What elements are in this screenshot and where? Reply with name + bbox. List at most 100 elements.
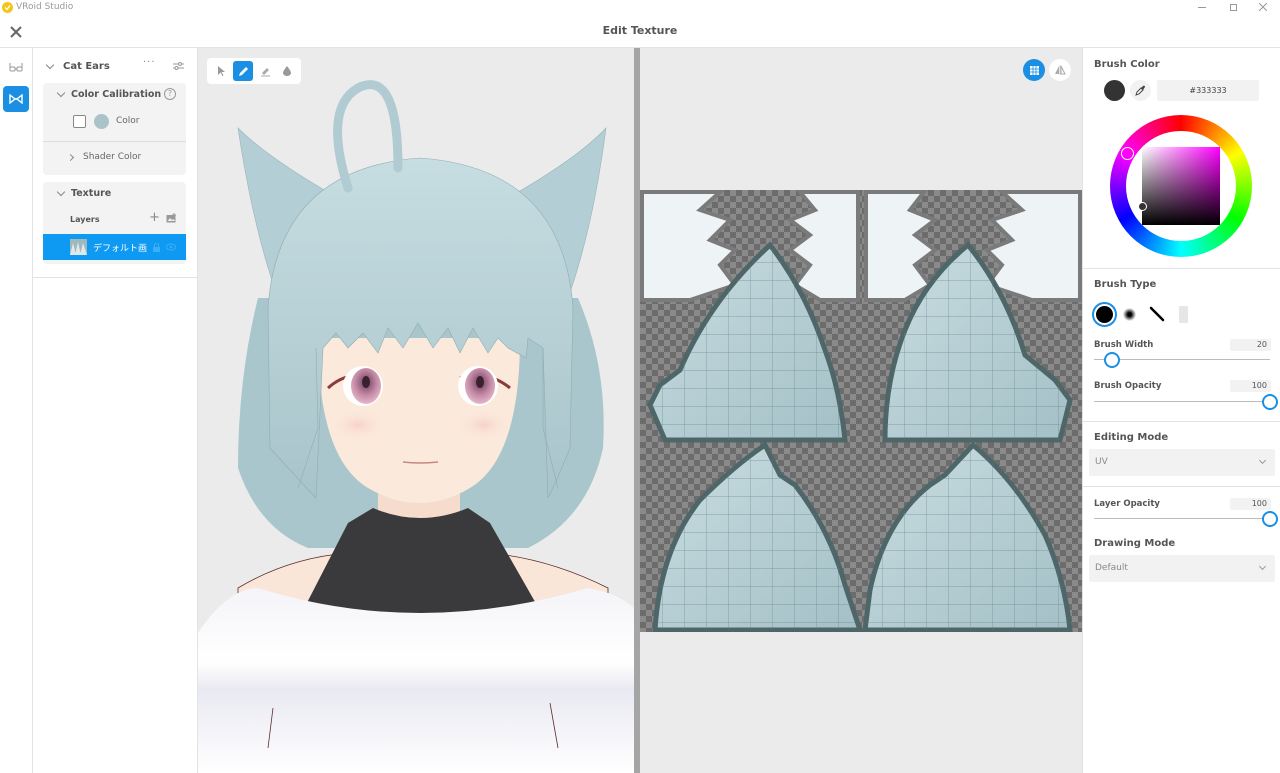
sliders-icon[interactable] (173, 61, 184, 71)
brush-type-label: Brush Type (1094, 279, 1157, 290)
chevron-down-icon (1258, 456, 1267, 465)
restore-icon (1229, 3, 1237, 11)
brush-settings-panel: Brush Color #333333 Brush Type Brush Wid… (1082, 48, 1280, 773)
texture-header[interactable]: Texture (43, 182, 186, 206)
app-logo-icon (2, 2, 13, 13)
avatar-preview (198, 80, 634, 773)
calibration-color-row: Color (43, 111, 186, 133)
saturation-value-square[interactable] (1138, 147, 1220, 225)
card-divider (43, 141, 186, 142)
slider-thumb[interactable] (1262, 511, 1278, 527)
uv-editor[interactable] (640, 48, 1082, 773)
brush-line-button[interactable] (1149, 306, 1165, 322)
hex-color-input[interactable]: #333333 (1157, 80, 1259, 101)
eyedropper-icon (1135, 85, 1145, 96)
eye-icon[interactable] (166, 243, 176, 251)
color-label: Color (116, 116, 140, 126)
grid-icon (1029, 65, 1039, 75)
page-title: Edit Texture (602, 24, 678, 37)
fill-drop-icon (283, 66, 291, 76)
brush-opacity-label: Brush Opacity (1094, 381, 1162, 391)
color-calibration-label: Color Calibration (71, 89, 162, 100)
brush-hard-round-button[interactable] (1092, 302, 1117, 327)
rail-item-texture-edit[interactable] (3, 86, 29, 112)
layer-opacity-value[interactable]: 100 (1230, 498, 1271, 510)
select-tool-button[interactable] (211, 61, 231, 81)
mirror-icon (1055, 65, 1066, 75)
eyedropper-button[interactable] (1130, 80, 1151, 101)
plus-icon[interactable]: + (149, 210, 160, 225)
shader-color-header[interactable]: Shader Color (43, 145, 186, 171)
question-icon[interactable]: ? (164, 88, 176, 100)
brush-width-label: Brush Width (1094, 340, 1154, 350)
layer-opacity-slider[interactable] (1094, 511, 1278, 527)
editing-mode-select[interactable]: UV (1089, 449, 1275, 476)
brush-color-label: Brush Color (1094, 59, 1160, 70)
sv-handle[interactable] (1138, 202, 1147, 211)
shader-color-label: Shader Color (83, 152, 142, 162)
pen-tool-button[interactable] (233, 61, 253, 81)
section-divider (1083, 486, 1280, 487)
drawing-mode-value: Default (1095, 563, 1128, 573)
grid-toggle-button[interactable] (1023, 59, 1045, 81)
mirror-toggle-button[interactable] (1049, 59, 1071, 81)
uv-texture-canvas[interactable] (640, 190, 1082, 632)
rail-item-accessories[interactable] (3, 54, 29, 80)
color-checkbox[interactable] (73, 115, 86, 128)
editing-mode-label: Editing Mode (1094, 432, 1169, 443)
window-close-button[interactable] (1248, 0, 1278, 14)
layer-item[interactable]: デフォルト画 (43, 234, 186, 260)
pen-icon (238, 66, 248, 76)
chevron-down-icon (45, 60, 55, 70)
brush-opacity-value[interactable]: 100 (1230, 380, 1271, 392)
layer-name: デフォルト画 (93, 244, 148, 254)
section-divider (1083, 421, 1280, 422)
brush-opacity-slider[interactable] (1094, 394, 1278, 410)
chevron-down-icon (56, 187, 66, 197)
paint-toolbar (207, 58, 301, 84)
layer-thumbnail (70, 239, 87, 255)
left-panel: Cat Ears ··· Color Calibration ? Color S… (33, 48, 198, 773)
eraser-tool-button[interactable] (255, 61, 275, 81)
ellipsis-icon[interactable]: ··· (143, 57, 156, 68)
slider-thumb[interactable] (1262, 394, 1278, 410)
minimize-icon (1198, 6, 1206, 8)
slider-thumb[interactable] (1103, 352, 1120, 368)
layers-label: Layers (70, 215, 100, 224)
drawing-mode-label: Drawing Mode (1094, 538, 1176, 549)
minimize-button[interactable] (1187, 0, 1217, 14)
chevron-right-icon (66, 153, 75, 162)
brush-soft-round-button[interactable] (1123, 308, 1136, 321)
part-header[interactable]: Cat Ears ··· (33, 56, 198, 78)
cursor-icon (218, 66, 225, 76)
slider-track (1094, 359, 1270, 360)
layer-opacity-label: Layer Opacity (1094, 499, 1160, 509)
model-viewport[interactable] (198, 48, 634, 773)
current-color-swatch[interactable] (1104, 80, 1125, 101)
chevron-down-icon (56, 88, 66, 98)
color-calibration-header[interactable]: Color Calibration ? (43, 83, 186, 107)
hue-handle[interactable] (1121, 147, 1134, 160)
lock-icon[interactable] (153, 243, 160, 252)
drawing-mode-select[interactable]: Default (1089, 555, 1275, 582)
color-swatch[interactable] (94, 114, 109, 129)
glasses-icon (9, 63, 23, 72)
part-title: Cat Ears (63, 61, 110, 72)
editing-mode-value: UV (1095, 457, 1108, 467)
restore-button[interactable] (1218, 0, 1248, 14)
color-calibration-card: Color Calibration ? Color Shader Color (43, 83, 186, 175)
mode-rail (0, 48, 33, 773)
close-icon (1259, 3, 1267, 11)
slider-track (1094, 401, 1270, 402)
fill-tool-button[interactable] (277, 61, 297, 81)
page-header: Edit Texture (0, 16, 1280, 48)
texture-label: Texture (71, 188, 112, 199)
panel-divider (33, 277, 198, 278)
eraser-icon (260, 67, 270, 76)
bowtie-icon (9, 94, 23, 104)
brush-width-value[interactable]: 20 (1230, 339, 1271, 351)
add-image-icon[interactable] (166, 213, 177, 223)
brush-width-slider[interactable] (1094, 352, 1270, 368)
brush-texture-button[interactable] (1179, 306, 1188, 323)
chevron-down-icon (1258, 562, 1267, 571)
